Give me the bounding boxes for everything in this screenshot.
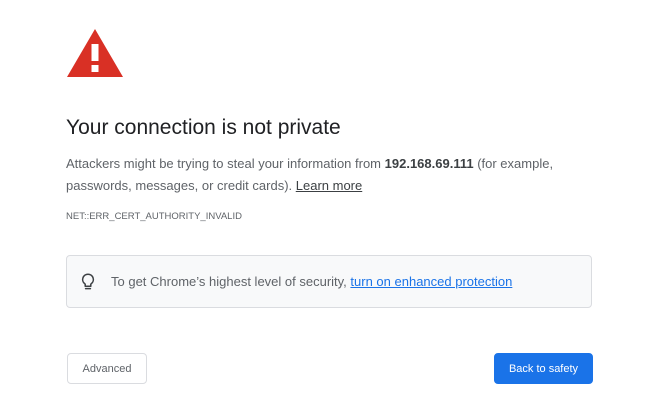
warning-message-prefix: Attackers might be trying to steal your … [66,156,385,171]
warning-message: Attackers might be trying to steal your … [66,153,606,197]
host-address: 192.168.69.111 [384,156,474,171]
enhanced-protection-link[interactable]: turn on enhanced protection [350,274,512,289]
back-to-safety-button[interactable]: Back to safety [494,353,593,384]
page-title: Your connection is not private [66,116,341,139]
security-tip-label: To get Chrome’s highest level of securit… [111,274,351,289]
learn-more-link[interactable]: Learn more [296,178,362,193]
lightbulb-icon [81,272,95,289]
security-tip-text: To get Chrome’s highest level of securit… [111,274,512,289]
enhanced-protection-tip: To get Chrome’s highest level of securit… [66,255,592,308]
warning-triangle-icon [67,29,123,77]
advanced-button[interactable]: Advanced [67,353,147,384]
error-code: NET::ERR_CERT_AUTHORITY_INVALID [66,211,242,222]
privacy-error-page: Your connection is not private Attackers… [0,0,661,416]
